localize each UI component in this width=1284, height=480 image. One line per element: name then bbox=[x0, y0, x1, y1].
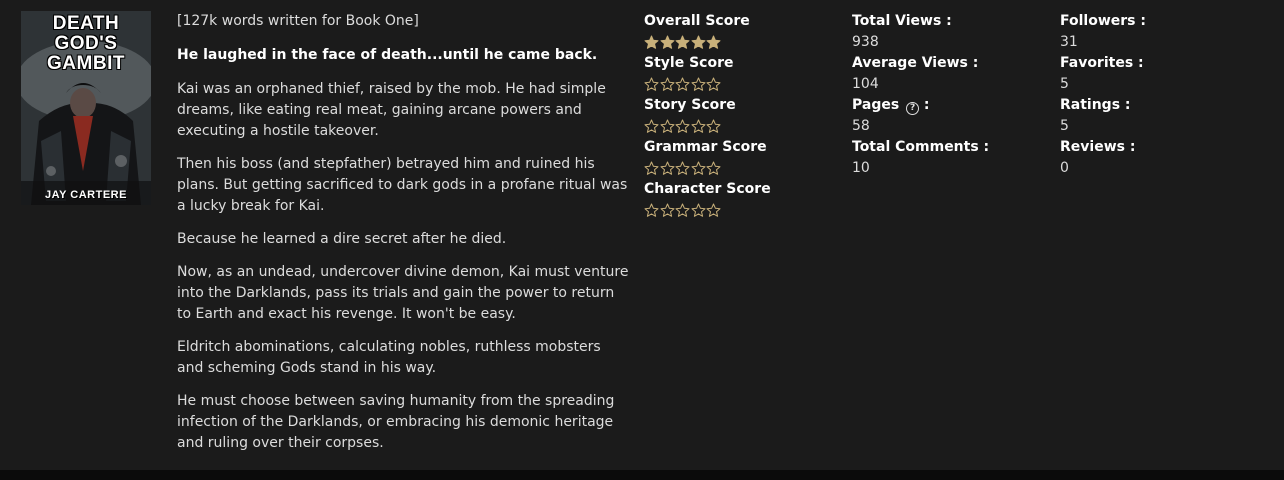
star-empty-icon bbox=[644, 119, 659, 134]
favorites-value: 5 bbox=[1060, 76, 1069, 92]
total-views-label: Total Views : bbox=[852, 13, 952, 29]
star-filled-icon bbox=[644, 35, 659, 50]
star-filled-icon bbox=[660, 35, 675, 50]
star-empty-icon bbox=[691, 77, 706, 92]
favorites-label: Favorites : bbox=[1060, 55, 1144, 71]
star-empty-icon bbox=[675, 161, 690, 176]
reviews-value: 0 bbox=[1060, 160, 1069, 176]
star-empty-icon bbox=[691, 119, 706, 134]
style-score-stars bbox=[644, 73, 834, 95]
book-cover-image[interactable]: DEATH GOD'S GAMBIT JAY CARTERE bbox=[21, 11, 151, 205]
star-empty-icon bbox=[706, 119, 721, 134]
ratings-value: 5 bbox=[1060, 118, 1069, 134]
stats-column-2: Followers : 31 Favorites : 5 Ratings : 5… bbox=[1060, 11, 1250, 179]
character-score-stars bbox=[644, 199, 834, 221]
ratings-label: Ratings : bbox=[1060, 97, 1131, 113]
star-empty-icon bbox=[660, 161, 675, 176]
pages-value: 58 bbox=[852, 118, 870, 134]
pages-label-suffix: : bbox=[919, 97, 930, 113]
star-empty-icon bbox=[675, 119, 690, 134]
star-empty-icon bbox=[660, 119, 675, 134]
overall-score-stars bbox=[644, 31, 834, 53]
star-empty-icon bbox=[660, 77, 675, 92]
average-views-value: 104 bbox=[852, 76, 879, 92]
description-paragraph: He must choose between saving humanity f… bbox=[177, 393, 615, 451]
grammar-score-label: Grammar Score bbox=[644, 139, 767, 155]
star-empty-icon bbox=[706, 161, 721, 176]
overall-score-label: Overall Score bbox=[644, 13, 750, 29]
star-empty-icon bbox=[706, 203, 721, 218]
bottom-divider bbox=[0, 470, 1284, 480]
description-paragraph: Eldritch abominations, calculating noble… bbox=[177, 339, 601, 376]
reviews-label: Reviews : bbox=[1060, 139, 1136, 155]
pages-label-text: Pages bbox=[852, 97, 900, 113]
cover-title: DEATH GOD'S GAMBIT bbox=[21, 14, 151, 74]
style-score-label: Style Score bbox=[644, 55, 734, 71]
total-views-value: 938 bbox=[852, 34, 879, 50]
star-filled-icon bbox=[675, 35, 690, 50]
character-score-label: Character Score bbox=[644, 181, 771, 197]
scores-column: Overall Score Style Score Story Score Gr… bbox=[644, 11, 834, 221]
cover-title-line: GAMBIT bbox=[47, 53, 125, 74]
story-score-stars bbox=[644, 115, 834, 137]
star-empty-icon bbox=[691, 161, 706, 176]
star-filled-icon bbox=[691, 35, 706, 50]
star-empty-icon bbox=[660, 203, 675, 218]
star-empty-icon bbox=[675, 203, 690, 218]
pages-label: Pages ? : bbox=[852, 95, 1042, 115]
average-views-label: Average Views : bbox=[852, 55, 979, 71]
star-empty-icon bbox=[644, 203, 659, 218]
story-score-label: Story Score bbox=[644, 97, 736, 113]
cover-title-line: GOD'S bbox=[54, 33, 118, 54]
star-empty-icon bbox=[644, 77, 659, 92]
help-icon[interactable]: ? bbox=[906, 102, 920, 115]
total-comments-label: Total Comments : bbox=[852, 139, 990, 155]
fiction-info-panel: DEATH GOD'S GAMBIT JAY CARTERE [127k wor… bbox=[0, 0, 1284, 480]
star-empty-icon bbox=[644, 161, 659, 176]
followers-value: 31 bbox=[1060, 34, 1078, 50]
stats-column-1: Total Views : 938 Average Views : 104 Pa… bbox=[852, 11, 1042, 179]
star-filled-icon bbox=[706, 35, 721, 50]
grammar-score-stars bbox=[644, 157, 834, 179]
description-paragraph: Now, as an undead, undercover divine dem… bbox=[177, 264, 629, 322]
word-count-note: [127k words written for Book One] bbox=[177, 13, 419, 29]
total-comments-value: 10 bbox=[852, 160, 870, 176]
fiction-description: [127k words written for Book One] He lau… bbox=[177, 11, 629, 466]
description-paragraph: Because he learned a dire secret after h… bbox=[177, 231, 507, 247]
description-paragraph: Then his boss (and stepfather) betrayed … bbox=[177, 156, 628, 214]
description-paragraph: Kai was an orphaned thief, raised by the… bbox=[177, 81, 606, 139]
tagline: He laughed in the face of death...until … bbox=[177, 47, 598, 63]
followers-label: Followers : bbox=[1060, 13, 1146, 29]
star-empty-icon bbox=[706, 77, 721, 92]
star-empty-icon bbox=[675, 77, 690, 92]
cover-title-line: DEATH bbox=[52, 13, 120, 34]
star-empty-icon bbox=[691, 203, 706, 218]
cover-author: JAY CARTERE bbox=[45, 189, 127, 201]
